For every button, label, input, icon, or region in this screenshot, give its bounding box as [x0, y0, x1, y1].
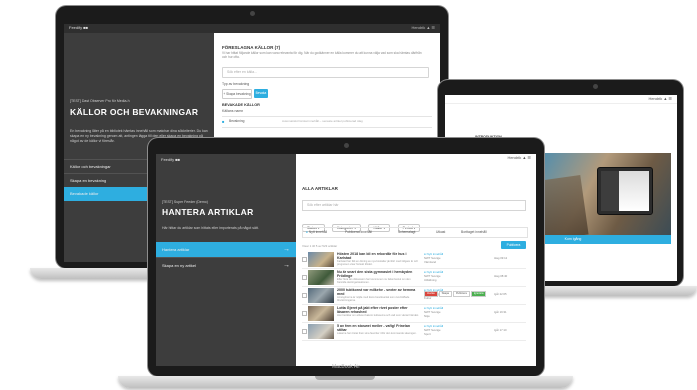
article-excerpt: Läsarna har röstat fram sina favoriter i…	[337, 332, 417, 335]
article-category: Värmland	[424, 260, 436, 264]
row-checkbox[interactable]	[302, 293, 307, 298]
topbar: Hendrik ▲ ☰	[445, 95, 677, 104]
article-thumbnail	[308, 252, 334, 267]
row-checkbox[interactable]	[302, 257, 307, 262]
search-placeholder: Sök efter en källa...	[227, 70, 257, 74]
row-checkbox[interactable]	[302, 311, 307, 316]
article-actions: Avvisa Skapa Publicera Ignorera	[424, 281, 487, 299]
radio-selected-icon: ●	[306, 230, 308, 234]
field-label: Källans namn	[222, 109, 244, 113]
device-mockup	[597, 167, 653, 215]
article-action-tag[interactable]: Ignorera	[470, 291, 487, 297]
nav-item-label: Skapa en ny artikel	[162, 263, 197, 268]
laptop-front-screen: Feedify ■■ Hendrik ▲ ☰ Feedify ■■ [TEST]…	[156, 154, 536, 366]
create-watch-button[interactable]: + Skapa bevakning	[222, 89, 252, 99]
article-excerpt: Efter flera års diskussion har kommunen …	[337, 278, 411, 284]
article-row[interactable]: Lotta Gjeret på jakt efter rivet poster …	[302, 305, 526, 323]
tab-deleted[interactable]: Borttaget innehåll	[461, 228, 487, 237]
user-menu[interactable]: Hendrik ▲ ☰	[507, 155, 531, 160]
laptop-front-notch	[315, 376, 375, 380]
article-action-tag[interactable]: Skapa	[438, 291, 452, 297]
tab-scheduled[interactable]: Schemalagt	[398, 228, 415, 237]
section-title: FÖRESLAGNA KÄLLOR (7)	[222, 45, 281, 50]
tab-new-content[interactable]: ● Nytt innehåll	[306, 228, 327, 237]
search-placeholder: Sök efter artiklar här	[307, 203, 339, 207]
article-row[interactable]: Nu är snart den sista gymnasiet i hembyd…	[302, 269, 526, 287]
article-date: Igår 22:05	[494, 292, 507, 296]
article-search-input[interactable]: Sök efter artiklar här	[302, 200, 526, 211]
article-category: Sport	[424, 332, 431, 336]
article-excerpt: Arrangörerna är nöjda med årets besöksan…	[337, 296, 410, 302]
row-checkbox[interactable]	[302, 329, 307, 334]
camera-icon	[250, 11, 255, 16]
laptop-front: Feedify ■■ Hendrik ▲ ☰ Feedify ■■ [TEST]…	[118, 138, 573, 390]
camera-icon	[344, 143, 349, 148]
article-excerpt: Karlstad har fått en ökning av nya bostä…	[337, 260, 419, 266]
article-date: Idag 09:12	[494, 256, 508, 260]
section-description: Vi har hittat följande källor som kan va…	[222, 51, 422, 60]
divider	[222, 127, 432, 128]
row-settings-icon: ■	[222, 119, 225, 124]
nav-item-manage-articles[interactable]: Hantera artiklar →	[156, 242, 296, 257]
sidebar-eyebrow: [TEST] Super Feeder (Demo)	[162, 200, 208, 204]
article-action-tag[interactable]: Publicera	[452, 291, 470, 297]
watch-button[interactable]: Bevaka	[254, 89, 268, 98]
laptop-front-lid: Feedify ■■ Hendrik ▲ ☰ Feedify ■■ [TEST]…	[148, 138, 544, 376]
sidebar: Feedify ■■ [TEST] Super Feeder (Demo) HA…	[156, 154, 296, 366]
app-brand[interactable]: Feedify ■■	[69, 25, 88, 30]
device-mockup-panel	[601, 171, 619, 211]
results-count: Visar 1 till 5 av 523 artiklar	[302, 244, 338, 248]
publish-button[interactable]: Publicera	[501, 241, 526, 249]
sidebar-title: HANTERA ARTIKLAR	[162, 207, 254, 217]
article-thumbnail	[308, 270, 334, 285]
source-search-input[interactable]: Sök efter en källa...	[222, 67, 429, 78]
article-date: Idag 08:40	[494, 274, 508, 278]
sidebar-title: KÄLLOR OCH BEVAKNINGAR	[70, 107, 199, 117]
sidebar-description: Här hittar du artiklar som hittats eller…	[162, 226, 259, 230]
sidebar-eyebrow: [TEST] Dast Observer Pro för Media‑h	[70, 99, 130, 103]
article-excerpt: Hon berättar om arbetet bakom kulisserna…	[337, 314, 419, 317]
article-row[interactable]: 5 av fem en stoswei meiler - vafig! Frin…	[302, 323, 526, 341]
divider	[222, 116, 432, 117]
article-row[interactable]: 2000 tuktkonst var milkehe - sexter av h…	[302, 287, 526, 305]
article-action-tag[interactable]: Avvisa	[424, 291, 438, 297]
main-content: ALLA ARTIKLAR Sök efter artiklar här Sta…	[296, 163, 536, 366]
tab-drafts[interactable]: Utkast	[436, 228, 445, 237]
article-category: Nöje	[424, 314, 430, 318]
nav-item-new-article[interactable]: Skapa en ny artikel →	[156, 257, 296, 272]
tab-published[interactable]: Publicerat innehåll	[345, 228, 372, 237]
row-checkbox[interactable]	[302, 275, 307, 280]
tab-new-content-label: Nytt innehåll	[308, 230, 328, 234]
article-date: Igår 17:10	[494, 328, 507, 332]
article-row[interactable]: Hösten 2018 kan bli en rekordår för hus …	[302, 251, 526, 269]
user-menu[interactable]: Hendrik ▲ ☰	[411, 25, 435, 30]
section-title: ALLA ARTIKLAR	[302, 186, 338, 191]
article-thumbnail	[308, 288, 334, 303]
status-tabs: ● Nytt innehåll Publicerat innehåll Sche…	[302, 227, 528, 238]
watch-type-label: Typ av bevakning	[222, 82, 250, 86]
arrow-right-icon: →	[283, 246, 290, 253]
arrow-right-icon: →	[283, 262, 290, 269]
row-description: Automatiskt hämtat innehåll – senaste ar…	[282, 119, 363, 123]
model-label: MacBook Air	[331, 364, 361, 370]
nav-item-label: Hantera artiklar	[162, 247, 190, 252]
sidebar-brand[interactable]: Feedify ■■	[161, 157, 180, 162]
article-thumbnail	[308, 306, 334, 321]
article-thumbnail	[308, 324, 334, 339]
watch-row[interactable]: ■ Bevakning Automatiskt hämtat innehåll …	[222, 118, 432, 126]
camera-icon	[593, 84, 598, 89]
article-date: Igår 19:31	[494, 310, 507, 314]
topbar: Feedify ■■ Hendrik ▲ ☰	[64, 24, 440, 33]
user-menu[interactable]: Hendrik ▲ ☰	[648, 96, 672, 101]
subsection-title: BEVAKADE KÄLLOR	[222, 103, 260, 107]
row-name: Bevakning	[229, 119, 245, 123]
